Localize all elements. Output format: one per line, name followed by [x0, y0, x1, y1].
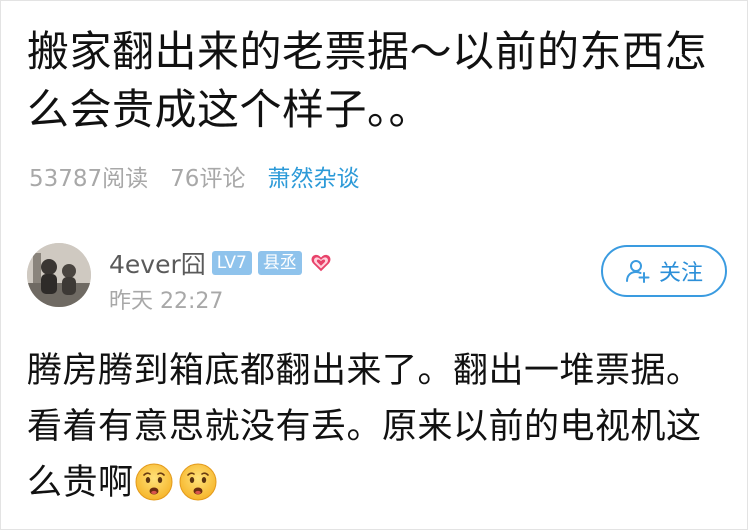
- post-title: 搬家翻出来的老票据～以前的东西怎么会贵成这个样子。。: [27, 27, 708, 134]
- author-row: 4ever囧 LV7 县丞 昨天 22:27 关注: [27, 241, 727, 314]
- follow-label: 关注: [658, 261, 703, 286]
- rank-badge: 县丞: [257, 251, 302, 275]
- read-count: 53787阅读: [29, 166, 149, 192]
- author-name[interactable]: 4ever囧: [109, 245, 206, 281]
- post-meta: 53787阅读 76评论 萧然杂谈: [29, 159, 359, 193]
- post-content-text: 腾房腾到箱底都翻出来了。翻出一堆票据。看着有意思就没有丢。原来以前的电视机这么贵…: [27, 351, 702, 503]
- heart-icon: [311, 254, 331, 272]
- post-content: 腾房腾到箱底都翻出来了。翻出一堆票据。看着有意思就没有丢。原来以前的电视机这么贵…: [27, 343, 727, 511]
- comment-count: 76评论: [170, 166, 246, 192]
- worried-face-emoji-icon: [135, 463, 173, 501]
- worried-face-emoji-icon: [179, 463, 217, 501]
- follow-button[interactable]: 关注: [601, 245, 727, 297]
- level-badge: LV7: [211, 251, 252, 275]
- user-avatar-photo-icon: [27, 243, 91, 307]
- post-card: 搬家翻出来的老票据～以前的东西怎么会贵成这个样子。。 53787阅读 76评论 …: [0, 0, 748, 530]
- channel-link[interactable]: 萧然杂谈: [267, 159, 359, 193]
- avatar[interactable]: [27, 243, 91, 307]
- add-user-icon: [625, 260, 650, 283]
- post-time: 昨天 22:27: [109, 289, 224, 314]
- author-name-line: 4ever囧 LV7 县丞: [109, 245, 332, 281]
